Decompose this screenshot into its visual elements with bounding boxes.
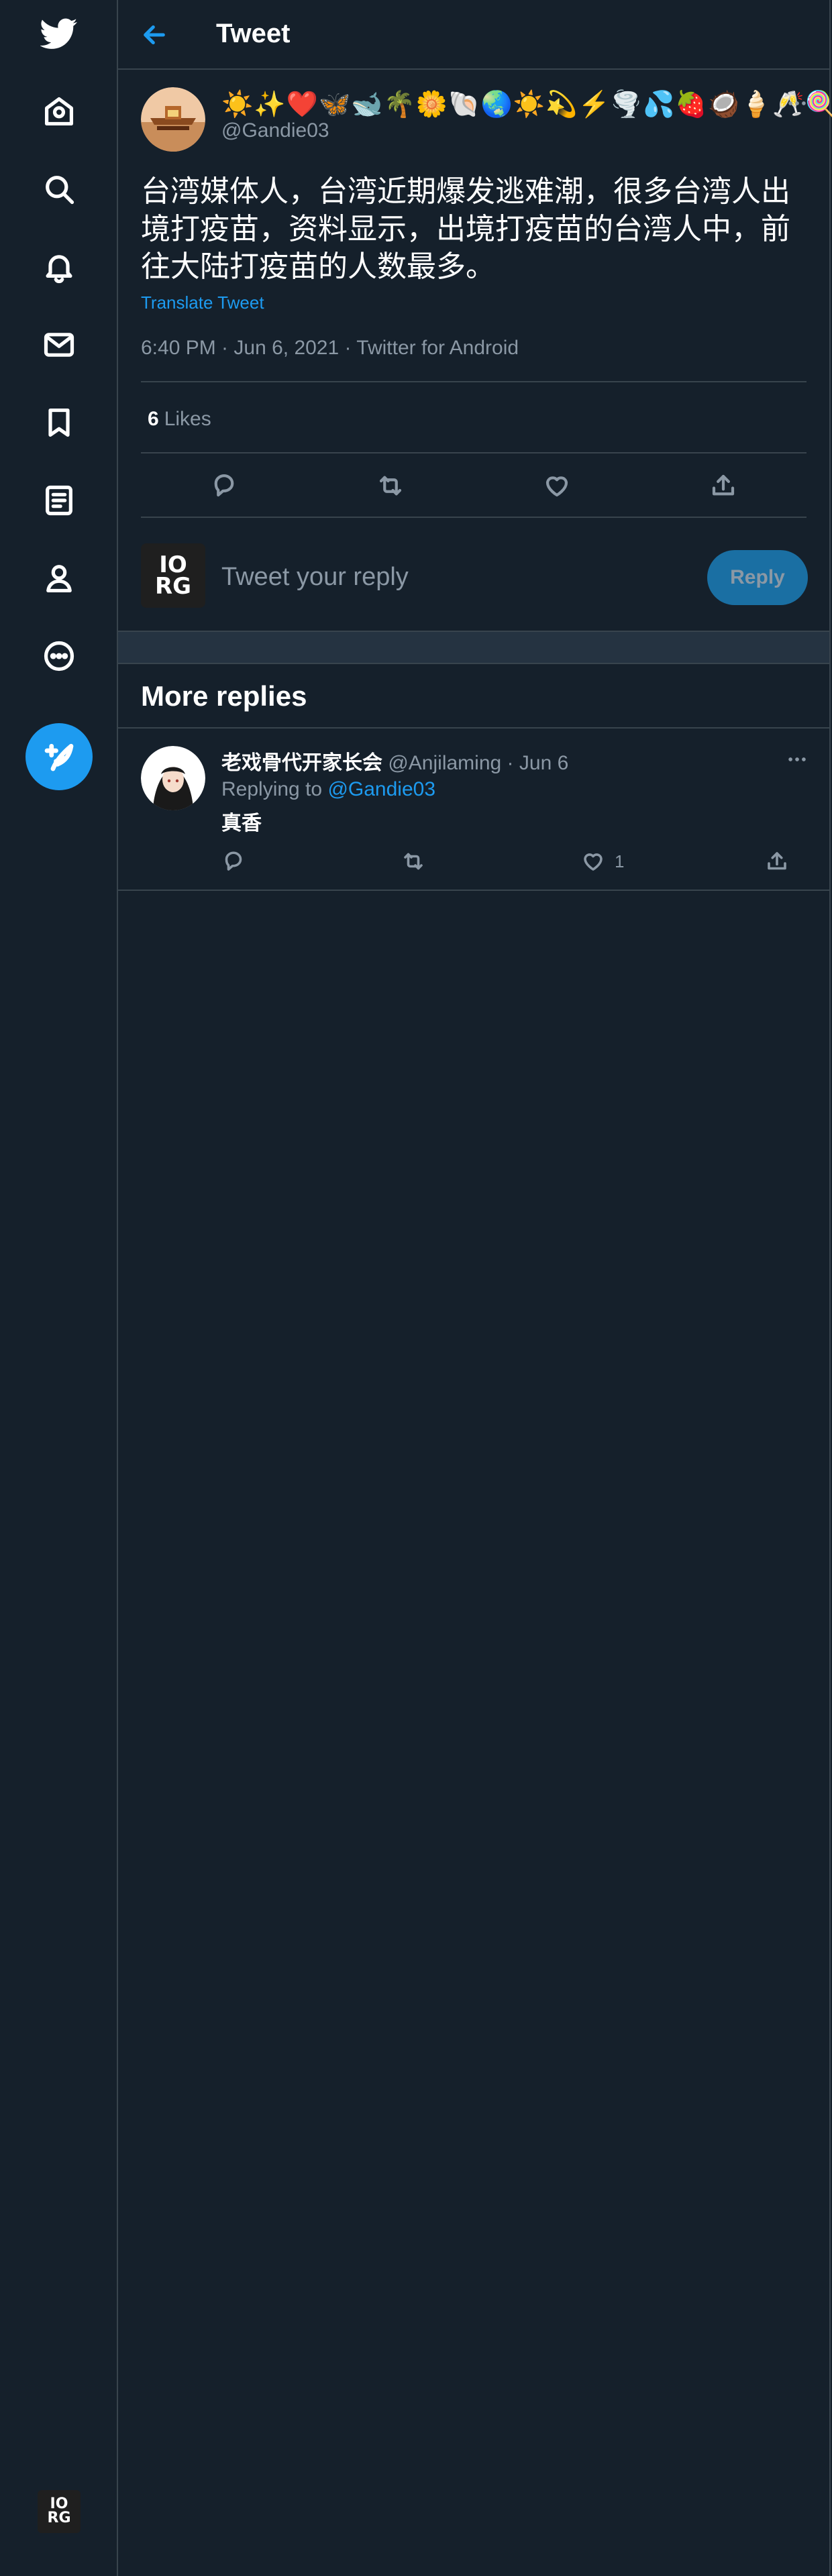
heart-icon: [584, 853, 603, 871]
reply-text: 真香: [221, 812, 262, 835]
section-separator: [118, 631, 829, 664]
bell-icon[interactable]: [32, 240, 86, 294]
home-icon[interactable]: [32, 85, 86, 138]
retweet-button[interactable]: [370, 466, 411, 506]
reply-like-button[interactable]: 1: [581, 845, 624, 877]
replying-to-label: Replying to: [221, 778, 323, 800]
reply-avatar: IO RG: [141, 543, 205, 608]
reply-input[interactable]: [221, 558, 678, 596]
person-icon[interactable]: [32, 551, 86, 605]
reply-date[interactable]: Jun 6: [519, 752, 568, 774]
reply-separator: ·: [507, 752, 514, 774]
reply-more-button[interactable]: [781, 743, 813, 775]
likes-count[interactable]: 6 Likes: [148, 408, 211, 431]
page-title: Tweet: [216, 19, 291, 48]
share-icon: [768, 852, 786, 870]
reply-retweet-button[interactable]: [401, 845, 425, 877]
like-button[interactable]: [537, 466, 577, 506]
reply-author-name[interactable]: 老戏骨代开家长会: [221, 752, 382, 774]
compose-tweet-button[interactable]: [25, 723, 93, 790]
reply-reply-button[interactable]: [221, 845, 246, 877]
share-button[interactable]: [703, 466, 743, 506]
heart-icon: [545, 476, 568, 497]
bookmark-icon[interactable]: [32, 396, 86, 449]
reply-author-avatar[interactable]: [141, 746, 205, 810]
translate-tweet-link[interactable]: Translate Tweet: [141, 292, 264, 313]
more-replies-heading: More replies: [141, 680, 307, 712]
retweet-icon: [404, 853, 423, 870]
reply-button[interactable]: [204, 466, 244, 506]
reply-author-handle[interactable]: @Anjilaming: [388, 752, 501, 774]
replying-to: Replying to @Gandie03: [221, 778, 435, 801]
share-icon: [712, 474, 735, 496]
author-handle[interactable]: @Gandie03: [221, 119, 329, 142]
comment-icon: [225, 851, 242, 871]
more-horizontal-icon: [788, 101, 806, 105]
author-name[interactable]: ☀️✨❤️🦋🐋🌴🌼🐚🌏☀️💫⚡️🌪️💦🍓🥥🍦🥂🍭: [221, 90, 832, 119]
divider: [141, 517, 807, 518]
more-circle-icon[interactable]: [32, 629, 86, 683]
tweet-text: 台湾媒体人，台湾近期爆发逃难潮，很多台湾人出境打疫苗，资料显示，出境打疫苗的台湾…: [141, 175, 790, 283]
divider: [141, 452, 807, 453]
divider: [118, 890, 829, 891]
author-avatar[interactable]: [141, 87, 205, 152]
reply-submit-button[interactable]: Reply: [707, 550, 808, 605]
likes-number: 6: [148, 408, 159, 430]
reply-like-count: 1: [615, 851, 625, 871]
tweet-timestamp[interactable]: 6:40 PM · Jun 6, 2021 · Twitter for Andr…: [141, 337, 519, 360]
arrow-left-icon: [144, 25, 165, 45]
comment-icon: [214, 474, 234, 497]
divider: [118, 727, 829, 729]
mail-icon[interactable]: [32, 318, 86, 372]
reply-header: 老戏骨代开家长会 @Anjilaming · Jun 6: [221, 746, 568, 775]
retweet-icon: [379, 476, 402, 496]
sidebar: IO RG: [0, 0, 118, 2576]
tweet-more-button[interactable]: [781, 87, 813, 119]
more-horizontal-icon: [788, 757, 806, 761]
back-button[interactable]: [138, 19, 170, 51]
account-avatar[interactable]: IO RG: [38, 2490, 81, 2533]
replying-to-handle[interactable]: @Gandie03: [327, 778, 435, 800]
page-header: Tweet: [118, 0, 829, 70]
reply-share-button[interactable]: [765, 845, 789, 877]
feather-plus-icon: [44, 743, 74, 771]
likes-label: Likes: [164, 408, 211, 430]
divider: [141, 381, 807, 382]
list-icon[interactable]: [32, 474, 86, 527]
twitter-bird-icon[interactable]: [32, 7, 86, 60]
search-icon[interactable]: [32, 162, 86, 216]
main-column: Tweet ☀️✨❤️🦋🐋🌴🌼🐚🌏☀️💫⚡️🌪️💦🍓🥥🍦🥂🍭 @Gandie03…: [118, 0, 832, 2576]
